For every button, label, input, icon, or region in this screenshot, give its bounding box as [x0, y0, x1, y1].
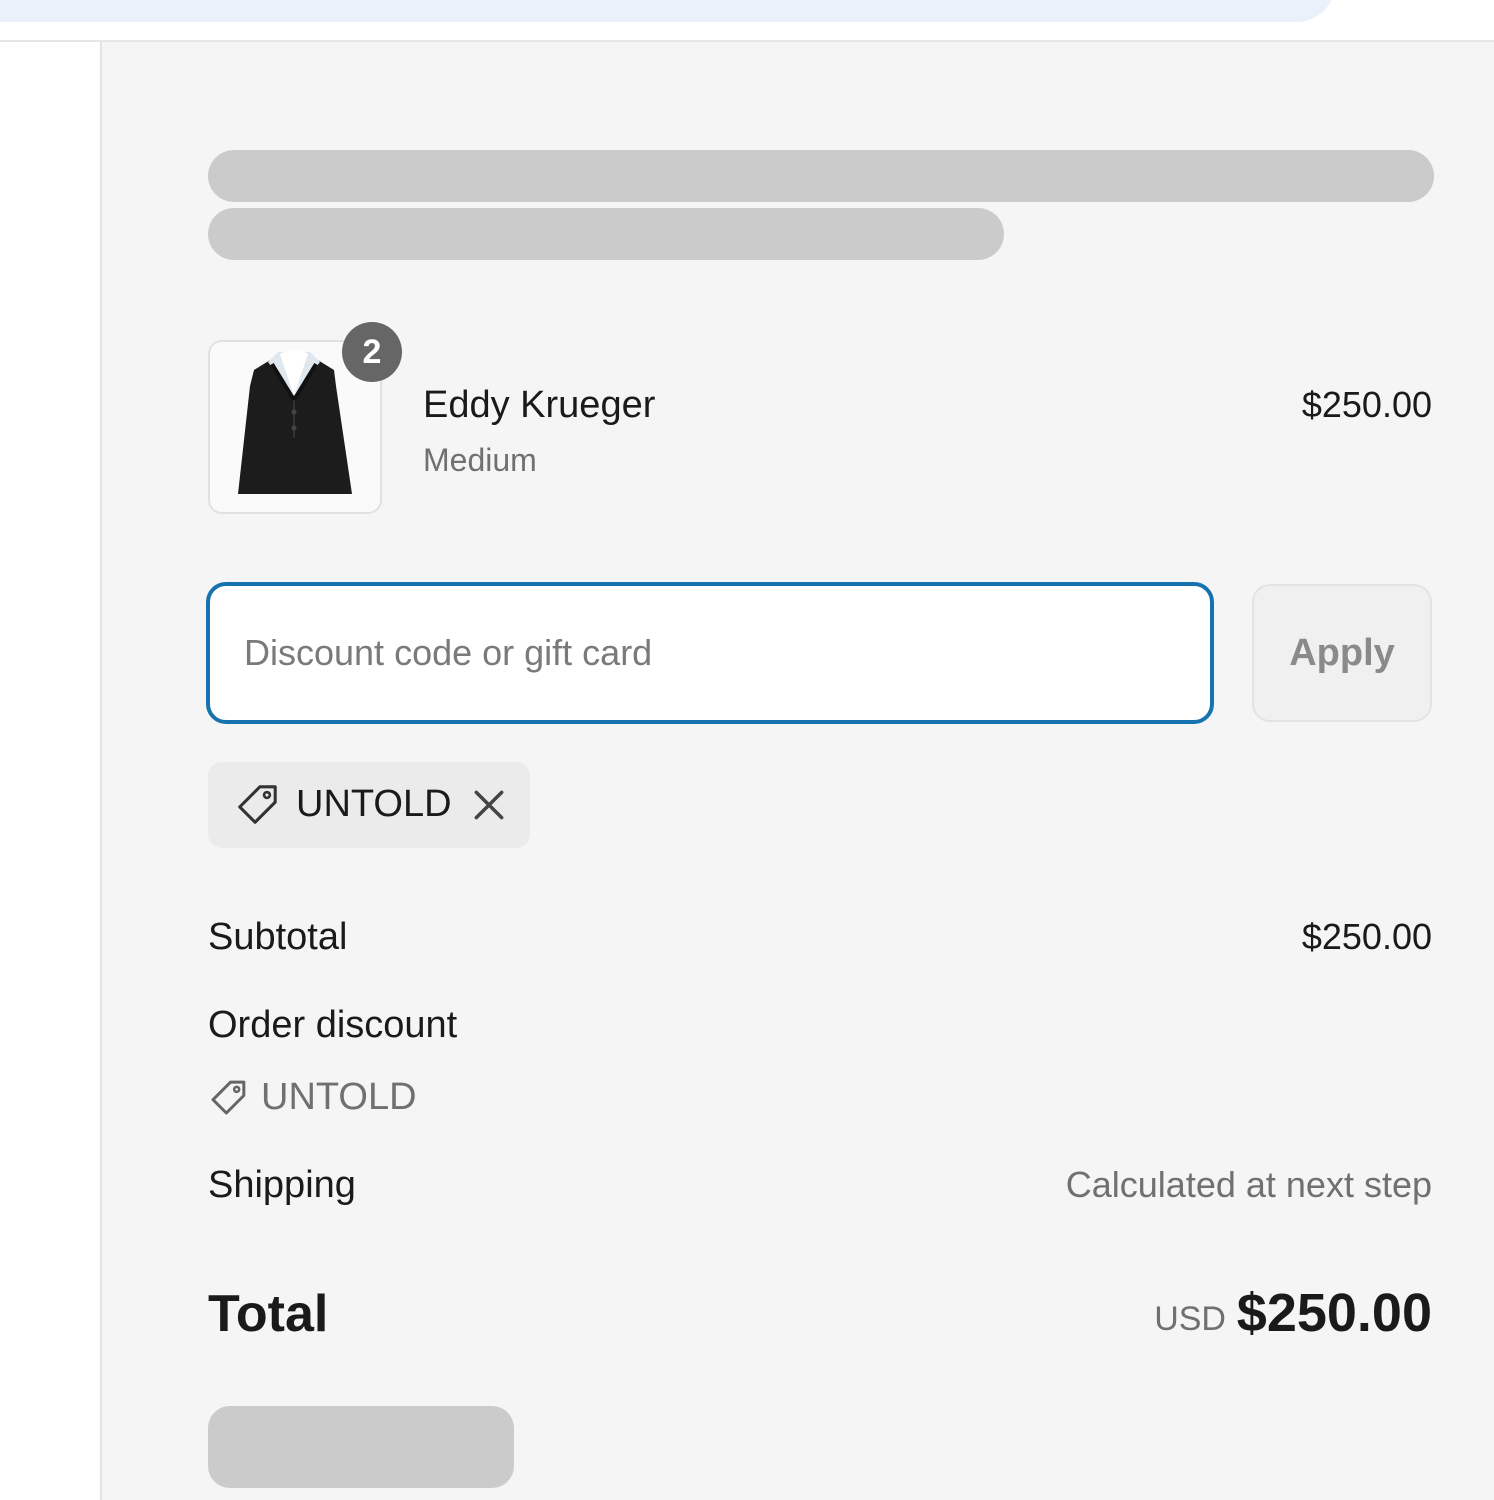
left-gutter — [0, 42, 100, 1500]
product-price: $250.00 — [1301, 384, 1432, 425]
quantity-badge: 2 — [342, 322, 402, 382]
subtotal-label: Subtotal — [208, 916, 348, 958]
browser-top-bar — [0, 0, 1494, 42]
applied-discount-code: UNTOLD — [296, 783, 452, 825]
tag-icon — [238, 785, 277, 824]
shipping-value: Calculated at next step — [1065, 1164, 1432, 1205]
product-variant: Medium — [423, 442, 537, 478]
loading-skeleton-block — [208, 1406, 514, 1488]
product-name: Eddy Krueger — [423, 384, 656, 426]
shipping-label: Shipping — [208, 1164, 356, 1206]
total-currency: USD — [1154, 1300, 1226, 1338]
order-discount-code: UNTOLD — [261, 1076, 417, 1118]
tag-icon — [211, 1080, 246, 1115]
applied-discount-chip: UNTOLD — [208, 762, 530, 848]
top-bar-pill — [0, 0, 1336, 22]
order-discount-label: Order discount — [208, 1004, 458, 1046]
apply-discount-button[interactable]: Apply — [1252, 584, 1432, 722]
loading-skeleton-line-1 — [208, 150, 1434, 202]
total-label: Total — [208, 1285, 329, 1343]
discount-code-input[interactable] — [206, 582, 1214, 724]
subtotal-value: $250.00 — [1301, 916, 1432, 957]
loading-skeleton-line-2 — [208, 208, 1004, 260]
total-amount: $250.00 — [1236, 1283, 1432, 1343]
close-icon[interactable] — [470, 786, 508, 824]
